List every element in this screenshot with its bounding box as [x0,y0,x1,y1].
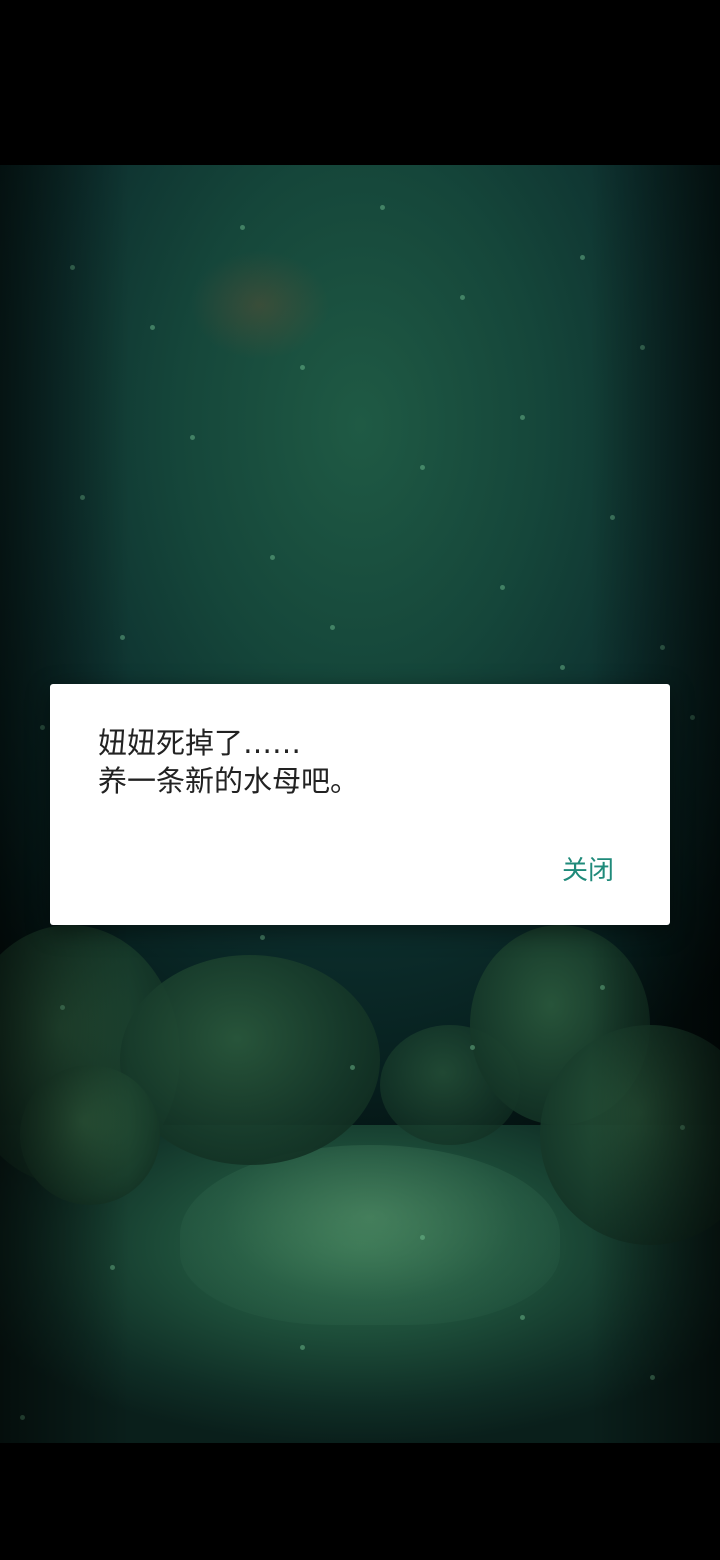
dialog-message-line-1: 妞妞死掉了…… [98,726,302,760]
bottom-black-bar [0,1443,720,1560]
dialog-message: 妞妞死掉了…… 养一条新的水母吧。 [98,724,618,800]
jellyfish-died-dialog: 妞妞死掉了…… 养一条新的水母吧。 关闭 [50,684,670,925]
dialog-message-line-2: 养一条新的水母吧。 [98,764,360,798]
close-button[interactable]: 关闭 [554,846,622,891]
game-screen: 妞妞死掉了…… 养一条新的水母吧。 关闭 [0,0,720,1560]
top-black-bar [0,0,720,165]
